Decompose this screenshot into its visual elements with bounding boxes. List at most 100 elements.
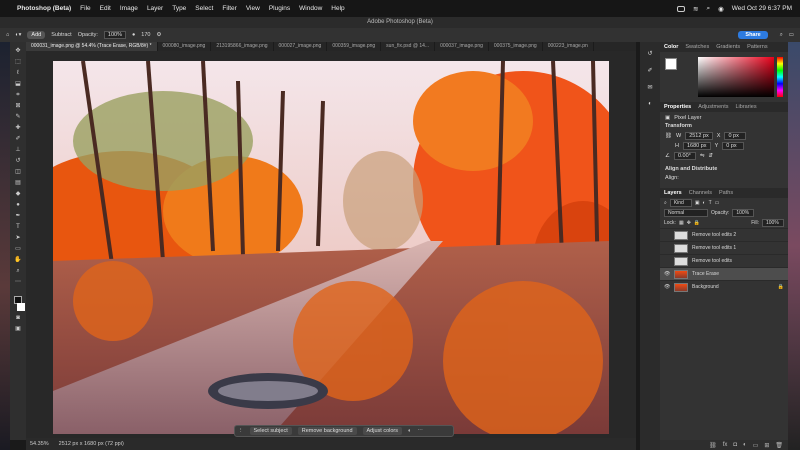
eye-icon[interactable]: 👁 <box>664 271 670 277</box>
more-tools-icon[interactable]: ⋯ <box>14 279 22 286</box>
canvas-area[interactable]: ⋮ Select subject Remove background Adjus… <box>26 51 636 438</box>
lock-icon[interactable]: 🔒 <box>778 284 784 290</box>
type-tool-icon[interactable]: T <box>14 224 22 231</box>
menu-plugins[interactable]: Plugins <box>269 5 290 12</box>
clock[interactable]: Wed Oct 29 6:37 PM <box>732 5 792 12</box>
clone-stamp-icon[interactable]: ⊥ <box>14 147 22 154</box>
layer-name[interactable]: Remove tool edits 1 <box>692 245 736 251</box>
opacity-field[interactable]: 100% <box>103 31 126 39</box>
adjustment-layer-icon[interactable]: ◐ <box>743 442 747 448</box>
history-panel-icon[interactable]: ↺ <box>647 50 652 57</box>
width-field[interactable]: 2512 px <box>685 132 713 140</box>
wifi-icon[interactable]: ≋ <box>693 5 698 13</box>
brush-panel-icon[interactable]: ✐ <box>647 67 652 74</box>
layer-name[interactable]: Background <box>692 284 719 290</box>
menu-edit[interactable]: Edit <box>100 5 111 12</box>
blur-tool-icon[interactable]: ◆ <box>14 191 22 198</box>
remove-background-button[interactable]: Remove background <box>297 427 357 435</box>
search-icon[interactable]: ⌕ <box>780 32 783 39</box>
tab-layers[interactable]: Layers <box>664 190 682 196</box>
app-menu[interactable]: Photoshop (Beta) <box>17 5 71 12</box>
transform-title[interactable]: Transform <box>665 123 783 129</box>
foreground-color-chip[interactable] <box>665 58 677 70</box>
lock-all-icon[interactable]: 🔒 <box>694 220 700 226</box>
brush-preview-icon[interactable]: ● <box>132 32 135 38</box>
tab-swatches[interactable]: Swatches <box>685 44 709 50</box>
shape-tool-icon[interactable]: ▭ <box>14 246 22 253</box>
search-icon[interactable]: ⌕ <box>706 5 710 13</box>
layer-row[interactable]: Remove tool edits 2 <box>660 228 788 241</box>
kind-filter-select[interactable]: Kind <box>669 199 692 207</box>
doc-tab[interactable]: 000037_image.png <box>435 42 489 51</box>
autumn-road-photo[interactable] <box>53 61 609 434</box>
menu-view[interactable]: View <box>246 5 260 12</box>
brush-size[interactable]: 170 <box>141 32 150 38</box>
history-brush-icon[interactable]: ↺ <box>14 158 22 165</box>
menu-filter[interactable]: Filter <box>222 5 236 12</box>
brush-tool-icon[interactable]: ✐ <box>14 136 22 143</box>
menu-help[interactable]: Help <box>331 5 344 12</box>
select-subject-button[interactable]: Select subject <box>249 427 292 435</box>
filter-adjust-icon[interactable]: ◐ <box>703 200 706 206</box>
trash-icon[interactable]: 🗑 <box>775 442 783 449</box>
quick-mask-icon[interactable]: ◙ <box>14 315 22 322</box>
layer-name[interactable]: Trace Erase <box>692 271 719 277</box>
layer-row[interactable]: Remove tool edits 1 <box>660 241 788 254</box>
lock-position-icon[interactable]: ✥ <box>687 220 691 226</box>
tab-paths[interactable]: Paths <box>719 190 733 196</box>
background-color-swatch[interactable] <box>17 303 25 311</box>
tab-properties[interactable]: Properties <box>664 104 691 110</box>
x-field[interactable]: 0 px <box>724 132 747 140</box>
filter-type-icon[interactable]: T <box>709 200 712 206</box>
menu-window[interactable]: Window <box>299 5 322 12</box>
battery-icon[interactable] <box>677 5 686 12</box>
filter-pixel-icon[interactable]: ▣ <box>695 200 700 206</box>
menu-file[interactable]: File <box>80 5 90 12</box>
dodge-tool-icon[interactable]: ● <box>14 202 22 209</box>
tab-adjustments[interactable]: Adjustments <box>698 104 728 110</box>
settings-icon[interactable]: ⚙ <box>156 32 161 38</box>
menu-image[interactable]: Image <box>120 5 138 12</box>
share-button[interactable]: Share <box>738 31 768 39</box>
eraser-tool-icon[interactable]: ◫ <box>14 169 22 176</box>
add-mode-button[interactable]: Add <box>27 31 46 39</box>
zoom-tool-icon[interactable]: ⌕ <box>14 268 22 275</box>
new-group-icon[interactable]: ▭ <box>753 442 759 449</box>
angle-field[interactable]: 0.00° <box>673 152 696 160</box>
lock-pixels-icon[interactable]: ▦ <box>679 220 684 226</box>
frame-tool-icon[interactable]: ⊠ <box>14 103 22 110</box>
layer-opacity-field[interactable]: 100% <box>732 209 755 217</box>
doc-tab-active[interactable]: 000031_image.png @ 54.4% (Trace Erase, R… <box>26 42 158 51</box>
menu-layer[interactable]: Layer <box>147 5 163 12</box>
color-picker-field[interactable] <box>698 57 774 97</box>
adjustment-icon[interactable]: ◐ <box>408 428 411 434</box>
add-mask-icon[interactable]: ◘ <box>733 442 737 448</box>
fx-icon[interactable]: fx <box>723 442 728 448</box>
doc-tab[interactable]: 213195866_image.png <box>211 42 274 51</box>
lasso-tool-icon[interactable]: ℓ <box>14 70 22 77</box>
gradient-tool-icon[interactable]: ▤ <box>14 180 22 187</box>
menu-select[interactable]: Select <box>195 5 213 12</box>
doc-tab[interactable]: 000080_image.png <box>158 42 212 51</box>
flip-horizontal-icon[interactable]: ⇋ <box>700 153 705 159</box>
doc-tab[interactable]: 000359_image.png <box>327 42 382 51</box>
doc-tab[interactable]: 000375_image.png <box>489 42 543 51</box>
zoom-level[interactable]: 54.35% <box>30 441 49 447</box>
layer-name[interactable]: Remove tool edits <box>692 258 732 264</box>
doc-tab[interactable]: 000027_image.png <box>274 42 328 51</box>
doc-tab[interactable]: 000223_image.pn <box>543 42 594 51</box>
more-options-icon[interactable]: ⋯ <box>417 428 423 434</box>
healing-brush-icon[interactable]: ✚ <box>14 125 22 132</box>
adjust-colors-button[interactable]: Adjust colors <box>362 427 403 435</box>
y-field[interactable]: 0 px <box>722 142 745 150</box>
home-icon[interactable]: ⌂ <box>6 32 9 38</box>
tab-gradients[interactable]: Gradients <box>716 44 740 50</box>
layer-name[interactable]: Remove tool edits 2 <box>692 232 736 238</box>
eyedropper-tool-icon[interactable]: ✎ <box>14 114 22 121</box>
tool-preset-icon[interactable]: ◐▾ <box>15 32 21 38</box>
eye-icon[interactable]: 👁 <box>664 284 670 290</box>
object-select-tool-icon[interactable]: ⬓ <box>14 81 22 88</box>
filter-shape-icon[interactable]: ▭ <box>715 200 720 206</box>
layer-row[interactable]: 👁 Background 🔒 <box>660 280 788 293</box>
comments-panel-icon[interactable]: ✉ <box>647 84 652 91</box>
